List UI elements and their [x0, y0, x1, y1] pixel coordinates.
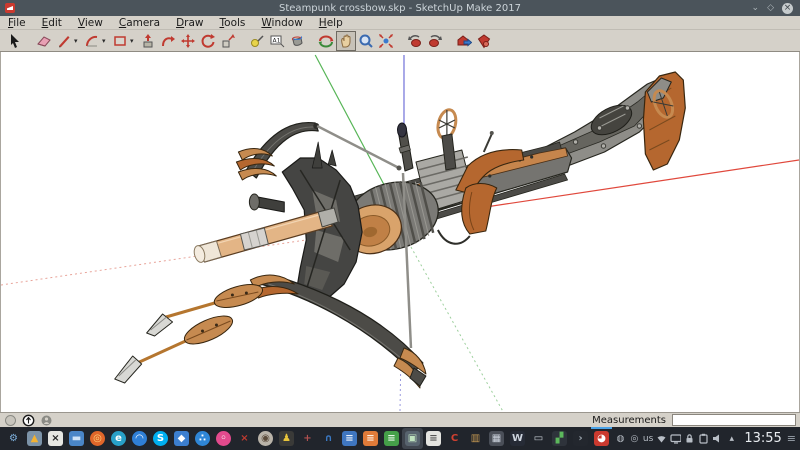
volume-icon[interactable] — [712, 433, 723, 445]
app-cloud-icon[interactable]: ◠ — [129, 428, 150, 449]
app-library-icon[interactable]: ▥ — [465, 428, 486, 449]
app-doc-orange-icon[interactable]: ≡ — [360, 428, 381, 449]
app-terminal-icon[interactable]: › — [570, 428, 591, 449]
app-skype-icon[interactable]: S — [150, 428, 171, 449]
pushpull-tool-button[interactable] — [138, 31, 158, 51]
app-firefox-icon[interactable]: ◎ — [87, 428, 108, 449]
move-tool-button[interactable] — [178, 31, 198, 51]
app-settings-icon[interactable]: ⚙ — [3, 428, 24, 449]
paint-bucket-tool-button[interactable] — [287, 31, 307, 51]
statusbar: Measurements — [0, 412, 800, 427]
app-code-icon[interactable]: C — [444, 428, 465, 449]
keyboard-layout-indicator[interactable]: us — [643, 434, 653, 444]
geolocation-icon[interactable] — [4, 414, 17, 427]
clock[interactable]: 13:55 — [744, 431, 781, 446]
arc-tool-dropdown[interactable]: ▾ — [102, 37, 110, 45]
menu-window[interactable]: Window — [253, 17, 310, 29]
app-media-pink-icon[interactable]: ◦ — [213, 428, 234, 449]
window-title: Steampunk crossbow.skp - SketchUp Make 2… — [0, 3, 800, 14]
orbit-tool-button[interactable] — [316, 31, 336, 51]
menu-view[interactable]: View — [70, 17, 111, 29]
display-icon[interactable] — [670, 433, 681, 445]
next-view-button[interactable] — [425, 31, 445, 51]
app-calculator-icon[interactable]: ▦ — [486, 428, 507, 449]
app-sysmon-icon[interactable]: ▞ — [549, 428, 570, 449]
menu-edit[interactable]: Edit — [34, 17, 70, 29]
model-canvas — [1, 52, 799, 412]
shapes-tool-dropdown[interactable]: ▾ — [130, 37, 138, 45]
svg-text:A1: A1 — [273, 37, 281, 44]
app-game-icon[interactable]: ♟ — [276, 428, 297, 449]
lock-icon[interactable] — [684, 433, 695, 445]
toolbar: ▾ ▾ ▾ A1 — [0, 30, 800, 52]
menu-help[interactable]: Help — [311, 17, 351, 29]
previous-view-button[interactable] — [405, 31, 425, 51]
app-doc-blue-icon[interactable]: ≡ — [339, 428, 360, 449]
zoom-extents-tool-button[interactable] — [376, 31, 396, 51]
status-circle-icon[interactable]: ◍ — [615, 433, 626, 445]
app-chat-icon[interactable]: ◆ — [171, 428, 192, 449]
eraser-tool-button[interactable] — [34, 31, 54, 51]
scale-tool-button[interactable] — [218, 31, 238, 51]
taskbar: ⚙▲×▬◎e◠S◆∴◦×◉♟+∩≡≡≡▣≡C▥▦W▭▞›◕ ◍ ◎ us ▴ 1… — [0, 427, 800, 450]
app-audio-icon[interactable]: ∩ — [318, 428, 339, 449]
close-button[interactable]: × — [782, 3, 793, 14]
app-wine-icon[interactable]: W — [507, 428, 528, 449]
app-edge-icon[interactable]: e — [108, 428, 129, 449]
taskbar-launchers: ⚙▲×▬◎e◠S◆∴◦×◉♟+∩≡≡≡▣≡C▥▦W▭▞›◕ — [3, 428, 612, 449]
help-icon[interactable] — [40, 414, 53, 427]
app-doc-green-icon[interactable]: ≡ — [381, 428, 402, 449]
select-tool-button[interactable] — [5, 31, 25, 51]
modeling-viewport[interactable] — [0, 52, 800, 412]
measurements-input[interactable] — [672, 414, 796, 426]
line-tool-button[interactable] — [54, 31, 74, 51]
followme-tool-button[interactable] — [158, 31, 178, 51]
record-circle-icon[interactable]: ◎ — [629, 433, 640, 445]
text-tool-button[interactable]: A1 — [267, 31, 287, 51]
app-share-icon[interactable]: ∴ — [192, 428, 213, 449]
app-red-cross-icon[interactable]: × — [234, 428, 255, 449]
claim-credit-icon[interactable] — [22, 414, 35, 427]
shapes-tool-button[interactable] — [110, 31, 130, 51]
menu-tools[interactable]: Tools — [212, 17, 254, 29]
steampunk-crossbow-model — [115, 72, 686, 388]
app-display-icon[interactable]: ▭ — [528, 428, 549, 449]
line-tool-dropdown[interactable]: ▾ — [74, 37, 82, 45]
app-xeditor-icon[interactable]: × — [45, 428, 66, 449]
pan-tool-button[interactable] — [336, 31, 356, 51]
menu-draw[interactable]: Draw — [168, 17, 211, 29]
maximize-button[interactable]: ◇ — [767, 3, 774, 14]
measurements-label: Measurements — [592, 415, 666, 426]
zoom-tool-button[interactable] — [356, 31, 376, 51]
app-files-icon[interactable]: ▬ — [66, 428, 87, 449]
wifi-icon[interactable] — [656, 433, 667, 445]
get-models-button[interactable] — [454, 31, 474, 51]
menu-camera[interactable]: Camera — [111, 17, 168, 29]
rotate-tool-button[interactable] — [198, 31, 218, 51]
app-tool-red-icon[interactable]: + — [297, 428, 318, 449]
minimize-button[interactable]: ⌄ — [752, 3, 760, 14]
app-photos-icon[interactable]: ▲ — [24, 428, 45, 449]
menu-file[interactable]: File — [0, 17, 34, 29]
app-doc-gray-icon[interactable]: ≡ — [423, 428, 444, 449]
app-gimp-icon[interactable]: ◉ — [255, 428, 276, 449]
app-doc-image-icon[interactable]: ▣ — [402, 428, 423, 449]
arc-tool-button[interactable] — [82, 31, 102, 51]
tray-expand-caret[interactable]: ▴ — [726, 433, 737, 445]
extension-warehouse-button[interactable] — [474, 31, 494, 51]
app-sketchup-icon[interactable]: ◕ — [591, 428, 612, 449]
titlebar: Steampunk crossbow.skp - SketchUp Make 2… — [0, 0, 800, 16]
panel-menu-icon[interactable]: ≡ — [787, 432, 796, 445]
tape-measure-tool-button[interactable] — [247, 31, 267, 51]
menubar: FileEditViewCameraDrawToolsWindowHelp — [0, 16, 800, 30]
clipboard-icon[interactable] — [698, 433, 709, 445]
green-axis-dashed — [411, 247, 503, 411]
sketchup-logo-icon[interactable] — [5, 3, 15, 13]
system-tray: ◍ ◎ us ▴ 13:55 ≡ — [615, 431, 797, 446]
